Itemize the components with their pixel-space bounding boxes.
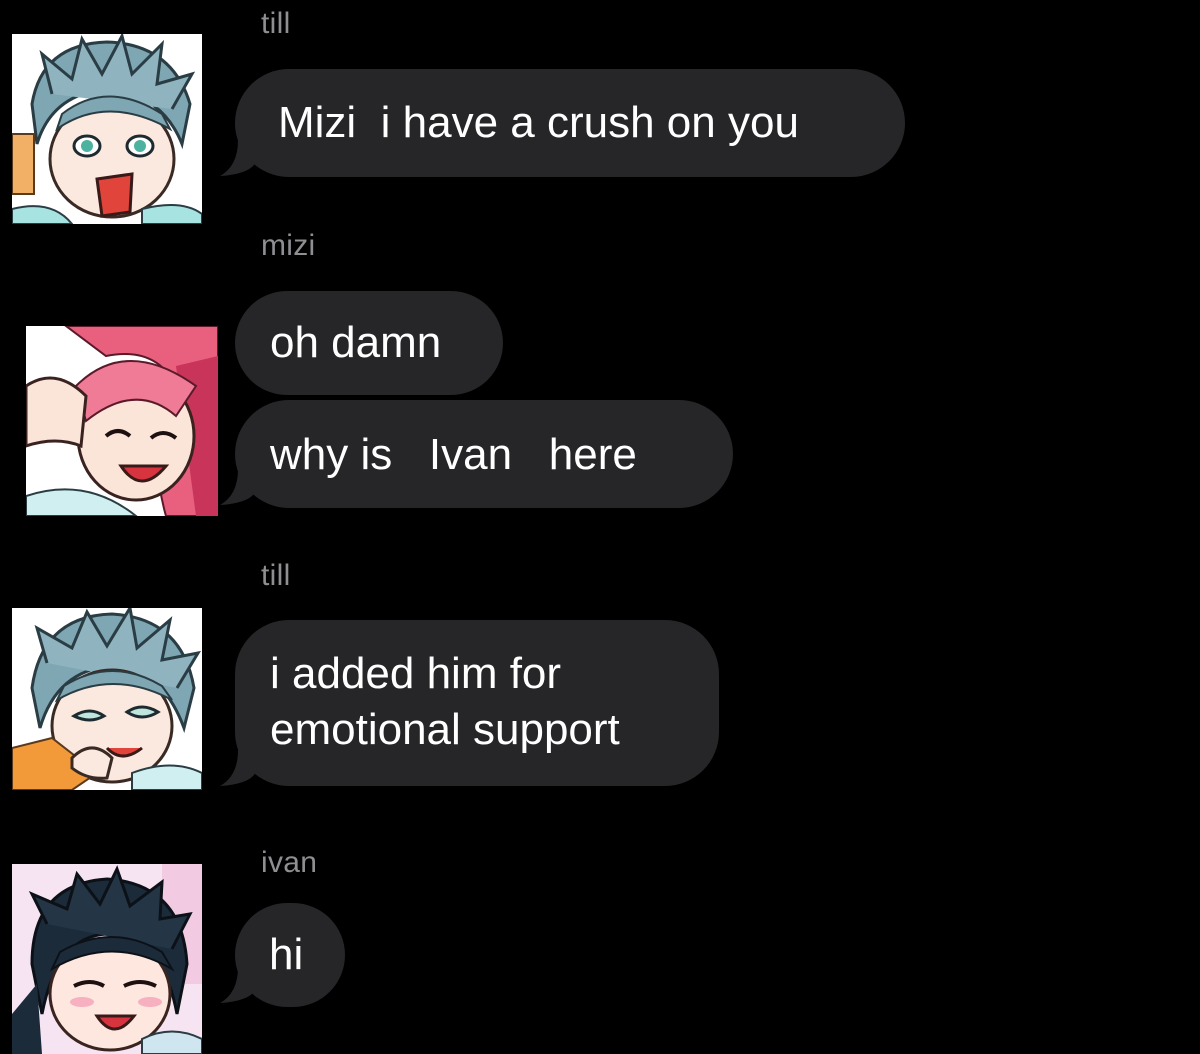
sender-name: ivan — [261, 846, 318, 879]
avatar-till-icon[interactable] — [12, 34, 202, 224]
avatar-mizi-icon[interactable] — [26, 326, 218, 516]
message-bubble[interactable]: why is Ivan here — [235, 400, 733, 508]
message-text: hi — [269, 930, 304, 979]
message-text: Mizi i have a crush on you — [278, 98, 799, 147]
message-bubble[interactable]: i added him for emotional support — [235, 620, 719, 786]
message-bubble[interactable]: hi — [235, 903, 345, 1007]
sender-name: mizi — [261, 229, 316, 262]
message-text: why is Ivan here — [270, 430, 637, 479]
sender-name: till — [261, 7, 291, 40]
sender-name: till — [261, 559, 291, 592]
avatar-till-icon[interactable] — [12, 608, 202, 790]
message-bubble[interactable]: Mizi i have a crush on you — [235, 69, 905, 177]
message-bubble[interactable]: oh damn — [235, 291, 503, 395]
message-text: oh damn — [270, 318, 442, 367]
avatar-ivan-icon[interactable] — [12, 864, 202, 1054]
message-text: i added him for emotional support — [270, 649, 620, 754]
